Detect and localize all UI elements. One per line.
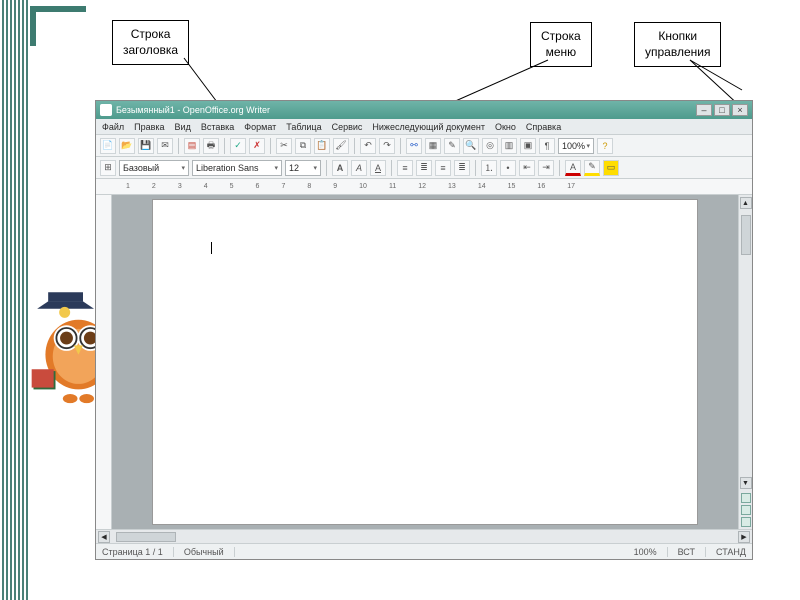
label-title-bar: Строка заголовка <box>112 20 189 65</box>
align-justify-icon[interactable]: ≣ <box>454 160 470 176</box>
scroll-down-icon[interactable]: ▼ <box>740 477 752 489</box>
next-page-icon[interactable] <box>741 517 751 527</box>
slide-frame-stripes <box>0 0 30 600</box>
page-gutter-left <box>112 195 152 529</box>
close-button[interactable]: × <box>732 104 748 116</box>
new-icon[interactable]: 📄 <box>100 138 116 154</box>
vertical-scrollbar[interactable]: ▲ ▼ <box>738 195 752 529</box>
cut-icon[interactable]: ✂ <box>276 138 292 154</box>
menu-tools[interactable]: Сервис <box>332 122 363 132</box>
maximize-button[interactable]: □ <box>714 104 730 116</box>
font-size-combo[interactable]: 12▾ <box>285 160 321 176</box>
menu-table[interactable]: Таблица <box>286 122 321 132</box>
label-window-controls: Кнопки управления <box>634 22 721 67</box>
standard-toolbar: 📄 📂 💾 ✉ ▤ 🖶 ✓ ✗ ✂ ⧉ 📋 🖌 ↶ ↷ ⚯ ▦ ✎ 🔍 ◎ ▥ … <box>96 135 752 157</box>
menu-window[interactable]: Окно <box>495 122 516 132</box>
italic-icon[interactable]: A <box>351 160 367 176</box>
window-title: Безымянный1 - OpenOffice.org Writer <box>116 105 270 115</box>
underline-icon[interactable]: A <box>370 160 386 176</box>
status-style: Обычный <box>184 547 235 557</box>
menu-bar: Файл Правка Вид Вставка Формат Таблица С… <box>96 119 752 135</box>
hyperlink-icon[interactable]: ⚯ <box>406 138 422 154</box>
writer-window: Безымянный1 - OpenOffice.org Writer – □ … <box>95 100 753 560</box>
menu-format[interactable]: Формат <box>244 122 276 132</box>
print-icon[interactable]: 🖶 <box>203 138 219 154</box>
mail-icon[interactable]: ✉ <box>157 138 173 154</box>
redo-icon[interactable]: ↷ <box>379 138 395 154</box>
align-right-icon[interactable]: ≡ <box>435 160 451 176</box>
scroll-right-icon[interactable]: ▶ <box>738 531 750 543</box>
format-brush-icon[interactable]: 🖌 <box>333 138 349 154</box>
status-insert[interactable]: ВСТ <box>678 547 706 557</box>
align-center-icon[interactable]: ≣ <box>416 160 432 176</box>
indent-dec-icon[interactable]: ⇤ <box>519 160 535 176</box>
document-area: ▲ ▼ <box>96 195 752 529</box>
copy-icon[interactable]: ⧉ <box>295 138 311 154</box>
document-page[interactable] <box>152 199 698 525</box>
page-gutter-right <box>698 195 738 529</box>
bg-color-icon[interactable]: ▭ <box>603 160 619 176</box>
menu-edit[interactable]: Правка <box>134 122 164 132</box>
status-zoom[interactable]: 100% <box>634 547 668 557</box>
datasource-icon[interactable]: ▣ <box>520 138 536 154</box>
gallery-icon[interactable]: ▥ <box>501 138 517 154</box>
nonprinting-icon[interactable]: ¶ <box>539 138 555 154</box>
menu-view[interactable]: Вид <box>175 122 191 132</box>
scroll-up-icon[interactable]: ▲ <box>740 197 752 209</box>
label-menu-bar: Строка меню <box>530 22 592 67</box>
scroll-left-icon[interactable]: ◀ <box>98 531 110 543</box>
title-bar[interactable]: Безымянный1 - OpenOffice.org Writer – □ … <box>96 101 752 119</box>
save-icon[interactable]: 💾 <box>138 138 154 154</box>
styles-icon[interactable]: ⊞ <box>100 160 116 176</box>
style-combo[interactable]: Базовый▾ <box>119 160 189 176</box>
horizontal-ruler[interactable]: 1 2 3 4 5 6 7 8 9 10 11 12 13 14 15 16 1… <box>96 179 752 195</box>
nav-object-icon[interactable] <box>741 505 751 515</box>
font-color-icon[interactable]: A <box>565 160 581 176</box>
status-bar: Страница 1 / 1 Обычный 100% ВСТ СТАНД <box>96 543 752 559</box>
zoom-combo[interactable]: 100%▾ <box>558 138 594 154</box>
window-controls: – □ × <box>696 104 748 116</box>
navigator-icon[interactable]: ◎ <box>482 138 498 154</box>
app-icon <box>100 104 112 116</box>
menu-help[interactable]: Справка <box>526 122 561 132</box>
paste-icon[interactable]: 📋 <box>314 138 330 154</box>
prev-page-icon[interactable] <box>741 493 751 503</box>
menu-doc[interactable]: Нижеследующий документ <box>372 122 485 132</box>
formatting-toolbar: ⊞ Базовый▾ Liberation Sans▾ 12▾ A A A ≡ … <box>96 157 752 179</box>
open-icon[interactable]: 📂 <box>119 138 135 154</box>
numbered-list-icon[interactable]: ⒈ <box>481 160 497 176</box>
spellcheck-icon[interactable]: ✓ <box>230 138 246 154</box>
status-page: Страница 1 / 1 <box>102 547 174 557</box>
font-combo[interactable]: Liberation Sans▾ <box>192 160 282 176</box>
draw-icon[interactable]: ✎ <box>444 138 460 154</box>
help-icon[interactable]: ? <box>597 138 613 154</box>
vscroll-thumb[interactable] <box>741 215 751 255</box>
slide-corner-accent <box>30 6 86 46</box>
hscroll-thumb[interactable] <box>116 532 176 542</box>
text-cursor <box>211 242 212 254</box>
find-icon[interactable]: 🔍 <box>463 138 479 154</box>
minimize-button[interactable]: – <box>696 104 712 116</box>
navigation-panel <box>741 493 751 527</box>
horizontal-scrollbar[interactable]: ◀ ▶ <box>96 529 752 543</box>
status-mode[interactable]: СТАНД <box>716 547 746 557</box>
autocheck-icon[interactable]: ✗ <box>249 138 265 154</box>
table-icon[interactable]: ▦ <box>425 138 441 154</box>
menu-insert[interactable]: Вставка <box>201 122 234 132</box>
bold-icon[interactable]: A <box>332 160 348 176</box>
menu-file[interactable]: Файл <box>102 122 124 132</box>
export-pdf-icon[interactable]: ▤ <box>184 138 200 154</box>
highlight-icon[interactable]: ✎ <box>584 160 600 176</box>
align-left-icon[interactable]: ≡ <box>397 160 413 176</box>
undo-icon[interactable]: ↶ <box>360 138 376 154</box>
bullet-list-icon[interactable]: • <box>500 160 516 176</box>
indent-inc-icon[interactable]: ⇥ <box>538 160 554 176</box>
vertical-ruler[interactable] <box>96 195 112 529</box>
